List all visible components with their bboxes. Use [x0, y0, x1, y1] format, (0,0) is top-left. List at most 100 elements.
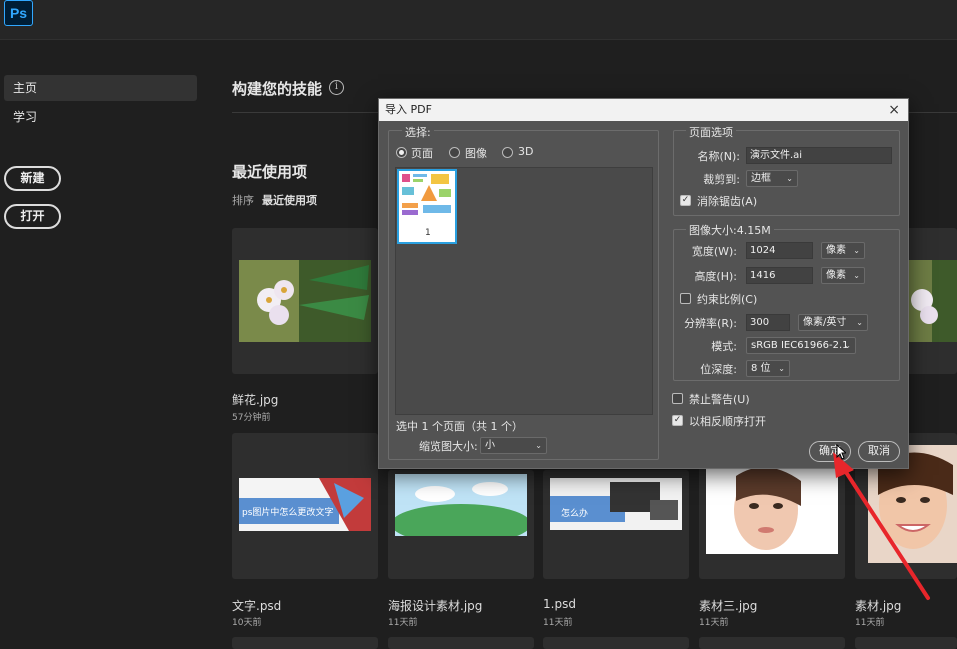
image-size-legend: 图像大小:4.15M [686, 222, 774, 238]
depth-value: 8 位 [751, 363, 771, 374]
sort-dropdown[interactable]: 最近使用项 [262, 192, 317, 208]
height-unit: 像素 [826, 270, 846, 281]
height-label: 高度(H): [694, 270, 737, 283]
crop-value: 边框 [751, 173, 771, 184]
radio-image-label[interactable]: 图像 [465, 145, 487, 161]
file-name: 素材.jpg [855, 599, 902, 613]
antialias-label[interactable]: 消除锯齿(A) [697, 193, 757, 209]
flower-thumbnail [907, 260, 957, 342]
psd-thumbnail [550, 478, 682, 530]
photoshop-logo: Ps [4, 0, 33, 26]
mode-dropdown[interactable]: sRGB IEC61966-2.1 ⌄ [746, 337, 856, 354]
file-name: 1.psd [543, 597, 576, 611]
resolution-label: 分辨率(R): [684, 317, 737, 330]
file-time: 10天前 [232, 618, 262, 628]
file-time: 11天前 [855, 618, 885, 628]
height-unit-dropdown[interactable]: 像素 ⌄ [821, 267, 865, 284]
file-card-text[interactable]: ps图片中怎么更改文字 [232, 433, 378, 579]
portrait-thumbnail [706, 466, 838, 554]
name-label: 名称(N): [697, 150, 740, 163]
file-card[interactable] [388, 637, 534, 649]
dialog-title-bar: 导入 PDF × [379, 99, 908, 121]
resolution-unit: 像素/英寸 [803, 317, 847, 328]
file-name: 素材三.jpg [699, 599, 758, 613]
file-card[interactable] [543, 637, 689, 649]
file-card-psd[interactable]: 怎么办 [543, 470, 689, 579]
file-name: 海报设计素材.jpg [388, 599, 483, 613]
dialog-body: 选择: 页面 图像 3D 1 选中 1 个页面（共 1 个） 缩览图大小: 小 … [379, 121, 908, 468]
thumbnail-caption: ps图片中怎么更改文字 [242, 508, 334, 518]
suppress-warnings-checkbox[interactable] [672, 393, 683, 404]
chevron-down-icon: ⌄ [853, 246, 860, 255]
height-field[interactable]: 1416 [746, 267, 813, 284]
select-legend: 选择: [402, 124, 434, 140]
suppress-warnings-label[interactable]: 禁止警告(U) [689, 391, 750, 407]
import-pdf-dialog: 导入 PDF × 选择: 页面 图像 3D 1 选中 1 个页面（共 1 个） … [378, 98, 909, 469]
file-name: 鲜花.jpg [232, 393, 279, 407]
radio-page-label[interactable]: 页面 [411, 145, 433, 161]
new-button[interactable]: 新建 [4, 166, 61, 191]
width-unit-dropdown[interactable]: 像素 ⌄ [821, 242, 865, 259]
file-time: 11天前 [543, 618, 573, 628]
page-options-legend: 页面选项 [686, 124, 736, 140]
reverse-order-checkbox[interactable]: ✓ [672, 415, 683, 426]
file-time: 57分钟前 [232, 413, 271, 423]
file-time: 11天前 [699, 618, 729, 628]
file-name: 文字.psd [232, 599, 282, 613]
reverse-order-label[interactable]: 以相反顺序打开 [689, 413, 766, 429]
crop-dropdown[interactable]: 边框 ⌄ [746, 170, 798, 187]
thumb-size-value: 小 [485, 440, 495, 451]
width-field[interactable]: 1024 [746, 242, 813, 259]
mouse-cursor-icon [836, 444, 846, 460]
file-card[interactable] [855, 637, 957, 649]
resolution-field[interactable]: 300 [746, 314, 790, 331]
cancel-button[interactable]: 取消 [858, 441, 900, 462]
page-preview-area: 1 [395, 167, 653, 415]
radio-page[interactable] [396, 147, 407, 158]
radio-3d[interactable] [502, 147, 513, 158]
crop-label: 裁剪到: [703, 173, 740, 186]
file-time: 11天前 [388, 618, 418, 628]
chevron-down-icon: ⌄ [786, 174, 793, 183]
mode-label: 模式: [711, 340, 737, 353]
name-field[interactable]: 演示文件.ai [746, 147, 892, 164]
width-label: 宽度(W): [691, 245, 737, 258]
chevron-down-icon: ⌄ [853, 271, 860, 280]
antialias-checkbox[interactable]: ✓ [680, 195, 691, 206]
depth-label: 位深度: [700, 363, 737, 376]
sort-label: 排序 [232, 194, 254, 207]
thumb-size-dropdown[interactable]: 小 ⌄ [480, 437, 547, 454]
chevron-down-icon: ⌄ [844, 341, 851, 350]
radio-image[interactable] [449, 147, 460, 158]
constrain-checkbox[interactable] [680, 293, 691, 304]
thumbnail-caption: 怎么办 [561, 509, 589, 519]
info-icon[interactable]: i [329, 80, 344, 95]
dialog-title: 导入 PDF [385, 103, 432, 116]
poster-thumbnail [391, 474, 531, 544]
depth-dropdown[interactable]: 8 位 ⌄ [746, 360, 790, 377]
selection-status: 选中 1 个页面（共 1 个） [396, 420, 523, 433]
recent-heading: 最近使用项 [232, 163, 308, 181]
skills-heading: 构建您的技能 [232, 80, 323, 98]
file-card-poster[interactable] [388, 470, 534, 579]
thumb-size-label: 缩览图大小: [419, 440, 478, 453]
page-thumbnail[interactable]: 1 [397, 169, 457, 244]
file-card[interactable] [232, 637, 378, 649]
top-bar: Ps [0, 0, 957, 40]
sidebar-item-learn[interactable]: 学习 [4, 104, 197, 130]
width-unit: 像素 [826, 245, 846, 256]
page-number: 1 [425, 228, 431, 238]
chevron-down-icon: ⌄ [535, 441, 542, 450]
flower-thumbnail [239, 260, 371, 342]
sidebar-item-home[interactable]: 主页 [4, 75, 197, 101]
radio-3d-label[interactable]: 3D [518, 145, 533, 158]
chevron-down-icon: ⌄ [778, 364, 785, 373]
resolution-unit-dropdown[interactable]: 像素/英寸 ⌄ [798, 314, 868, 331]
file-card-flower[interactable] [232, 228, 378, 374]
mode-value: sRGB IEC61966-2.1 [751, 340, 849, 351]
close-icon[interactable]: × [888, 99, 900, 121]
constrain-label[interactable]: 约束比例(C) [697, 291, 757, 307]
chevron-down-icon: ⌄ [856, 318, 863, 327]
file-card[interactable] [699, 637, 845, 649]
open-button[interactable]: 打开 [4, 204, 61, 229]
